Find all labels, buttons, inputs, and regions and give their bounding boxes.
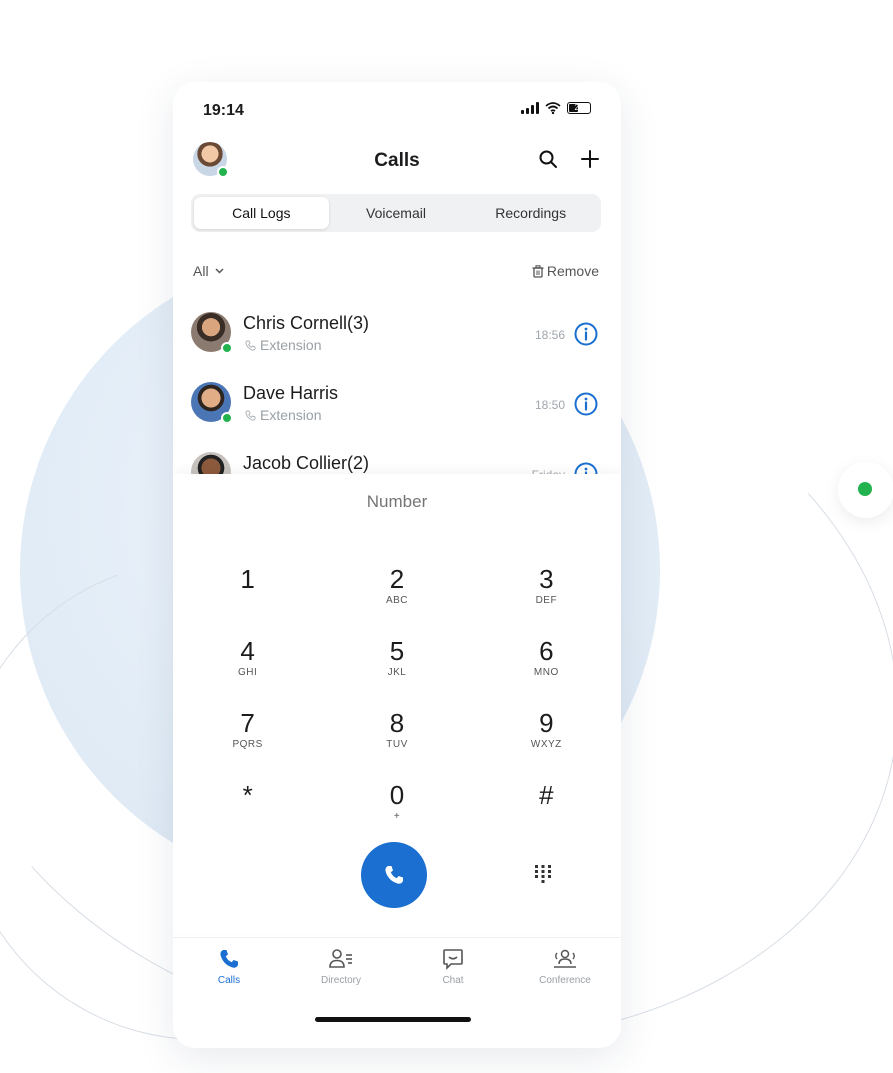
call-type-label: Extension: [260, 407, 322, 423]
search-button[interactable]: [533, 144, 563, 174]
wifi-icon: [545, 102, 561, 114]
number-input[interactable]: [173, 492, 621, 512]
key-4[interactable]: 4 GHI: [173, 628, 322, 688]
key-7[interactable]: 7 PQRS: [173, 700, 322, 760]
key-1[interactable]: 1: [173, 556, 322, 616]
keypad-icon[interactable]: [529, 860, 557, 888]
tab-chat[interactable]: Chat: [397, 938, 509, 1007]
key-digit: 6: [539, 636, 554, 666]
conference-icon: [554, 949, 576, 968]
battery-icon: 28: [567, 102, 591, 114]
key-0[interactable]: 0 +: [322, 772, 471, 832]
key-star[interactable]: *: [173, 772, 322, 832]
key-5[interactable]: 5 JKL: [322, 628, 471, 688]
segmented-tabs: Call Logs Voicemail Recordings: [191, 194, 601, 232]
key-letters: ABC: [385, 595, 409, 606]
chevron-down-icon: [215, 268, 224, 274]
contact-name: Jacob Collier(2): [243, 453, 370, 473]
home-indicator: [315, 1017, 471, 1022]
key-letters: MNO: [533, 667, 559, 678]
contact-name: Dave Harris: [243, 383, 339, 403]
key-3[interactable]: 3 DEF: [472, 556, 621, 616]
call-type: Extension: [245, 407, 321, 423]
key-9[interactable]: 9 WXYZ: [472, 700, 621, 760]
tab-label: Calls: [217, 975, 241, 986]
tab-voicemail[interactable]: Voicemail: [329, 197, 464, 229]
tab-label: Chat: [442, 975, 464, 986]
key-letters: GHI: [238, 667, 258, 678]
dialpad: 1 2ABC 3DEF 4GHI 5JKL 6MNO 7PQRS 8TUV 9W…: [173, 474, 621, 934]
call-time: 18:50: [534, 398, 565, 412]
call-type: Extension: [245, 337, 321, 353]
call-log-item[interactable]: Chris Cornell(3) Extension 18:56: [173, 304, 621, 374]
contact-avatar: [191, 382, 233, 424]
key-letters: PQRS: [232, 739, 263, 750]
call-time: 18:56: [534, 328, 565, 342]
key-2[interactable]: 2 ABC: [322, 556, 471, 616]
online-status-node: [838, 462, 893, 518]
info-icon[interactable]: [573, 391, 599, 417]
trash-icon: [532, 264, 544, 278]
remove-label: Remove: [546, 263, 599, 279]
tab-recordings[interactable]: Recordings: [463, 197, 598, 229]
key-digit: 2: [389, 564, 405, 594]
key-digit: #: [539, 780, 554, 810]
key-digit: 3: [539, 564, 554, 594]
info-icon[interactable]: [573, 321, 599, 347]
add-button[interactable]: [575, 144, 605, 174]
battery-level: 28: [574, 103, 584, 112]
chat-icon: [443, 949, 463, 970]
call-button[interactable]: [361, 842, 427, 908]
dialpad-keys: 1 2 ABC 3 DEF 4 GHI 5 JKL 6 MNO 7 PQRS 8 TUV 9W…: [173, 556, 621, 832]
search-icon: [539, 150, 557, 168]
contact-name: Chris Cornell(3): [243, 313, 370, 333]
call-log-list: Chris Cornell(3) Extension 18:56 Dave Ha…: [173, 304, 621, 484]
remove-button[interactable]: Remove: [532, 263, 599, 279]
key-digit: *: [242, 780, 253, 810]
tab-label: Conference: [539, 975, 591, 986]
key-letters: JKL: [387, 667, 407, 678]
phone-icon: [385, 866, 403, 884]
filter-row: All Remove: [193, 260, 599, 282]
contact-avatar: [191, 312, 233, 354]
phone-icon: [220, 950, 238, 968]
status-bar: 19:14 28: [173, 82, 621, 138]
online-dot-icon: [858, 482, 872, 496]
key-digit: 0: [389, 780, 405, 810]
presence-online-icon: [221, 342, 233, 354]
bottom-tab-bar: Calls Directory Chat Conference: [173, 937, 621, 1007]
key-digit: 4: [240, 636, 255, 666]
key-hash[interactable]: #: [472, 772, 621, 832]
status-time: 19:14: [203, 102, 244, 119]
key-letters: TUV: [386, 739, 408, 750]
key-6[interactable]: 6 MNO: [472, 628, 621, 688]
tab-directory[interactable]: Directory: [285, 938, 397, 1007]
plus-icon: [581, 150, 599, 168]
key-letters: DEF: [535, 595, 558, 606]
phone-extension-icon: [245, 410, 256, 421]
key-digit: 5: [389, 636, 405, 666]
header: Calls: [173, 140, 621, 184]
phone-screen: 19:14 28 Calls Call Logs Voicemail Recor…: [173, 82, 621, 1048]
call-log-item[interactable]: Dave Harris Extension 18:50: [173, 374, 621, 444]
key-digit: 7: [240, 708, 255, 738]
key-digit: 1: [240, 564, 255, 594]
key-letters: +: [393, 811, 401, 822]
key-letters: WXYZ: [530, 739, 562, 750]
tab-conference[interactable]: Conference: [509, 938, 621, 1007]
filter-label: All: [193, 263, 209, 279]
signal-icon: [521, 102, 539, 114]
filter-dropdown[interactable]: All: [193, 263, 224, 279]
status-icons: 28: [521, 102, 591, 114]
tab-label: Directory: [320, 975, 361, 986]
call-type-label: Extension: [260, 337, 322, 353]
key-8[interactable]: 8 TUV: [322, 700, 471, 760]
presence-online-icon: [221, 412, 233, 424]
phone-extension-icon: [245, 340, 256, 351]
tab-calls[interactable]: Calls: [173, 938, 285, 1007]
tab-call-logs[interactable]: Call Logs: [194, 197, 329, 229]
key-digit: 8: [389, 708, 405, 738]
directory-icon: [329, 949, 352, 968]
key-digit: 9: [539, 708, 554, 738]
